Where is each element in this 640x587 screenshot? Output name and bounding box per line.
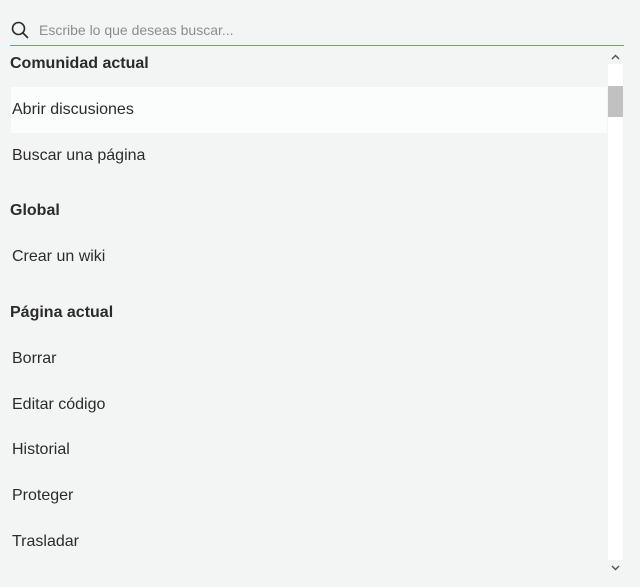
section-title-global: Global — [10, 202, 60, 219]
section-title-current-community: Comunidad actual — [10, 55, 149, 72]
list-item-search-page[interactable]: Buscar una página — [11, 133, 607, 179]
list-item-edit-source[interactable]: Editar código — [11, 382, 607, 428]
list-item-open-discussions[interactable]: Abrir discusiones — [11, 87, 607, 133]
section-title-current-page: Página actual — [10, 304, 114, 321]
list-item-move[interactable]: Trasladar — [11, 519, 607, 565]
search-bar — [10, 19, 624, 46]
list-item-delete[interactable]: Borrar — [11, 336, 607, 382]
command-list: Comunidad actual Abrir discusiones Busca… — [10, 46, 607, 587]
chevron-down-icon[interactable] — [607, 559, 624, 576]
chevron-up-icon[interactable] — [607, 48, 624, 65]
list-item-history[interactable]: Historial — [11, 427, 607, 473]
search-icon — [10, 20, 30, 40]
scroll-track[interactable] — [608, 64, 623, 560]
scroll-thumb[interactable] — [608, 86, 623, 117]
search-input[interactable] — [39, 22, 599, 38]
command-palette: Comunidad actual Abrir discusiones Busca… — [0, 0, 640, 587]
scrollbar[interactable] — [607, 46, 624, 580]
list-item-create-wiki[interactable]: Crear un wiki — [11, 234, 607, 280]
list-item-protect[interactable]: Proteger — [11, 473, 607, 519]
